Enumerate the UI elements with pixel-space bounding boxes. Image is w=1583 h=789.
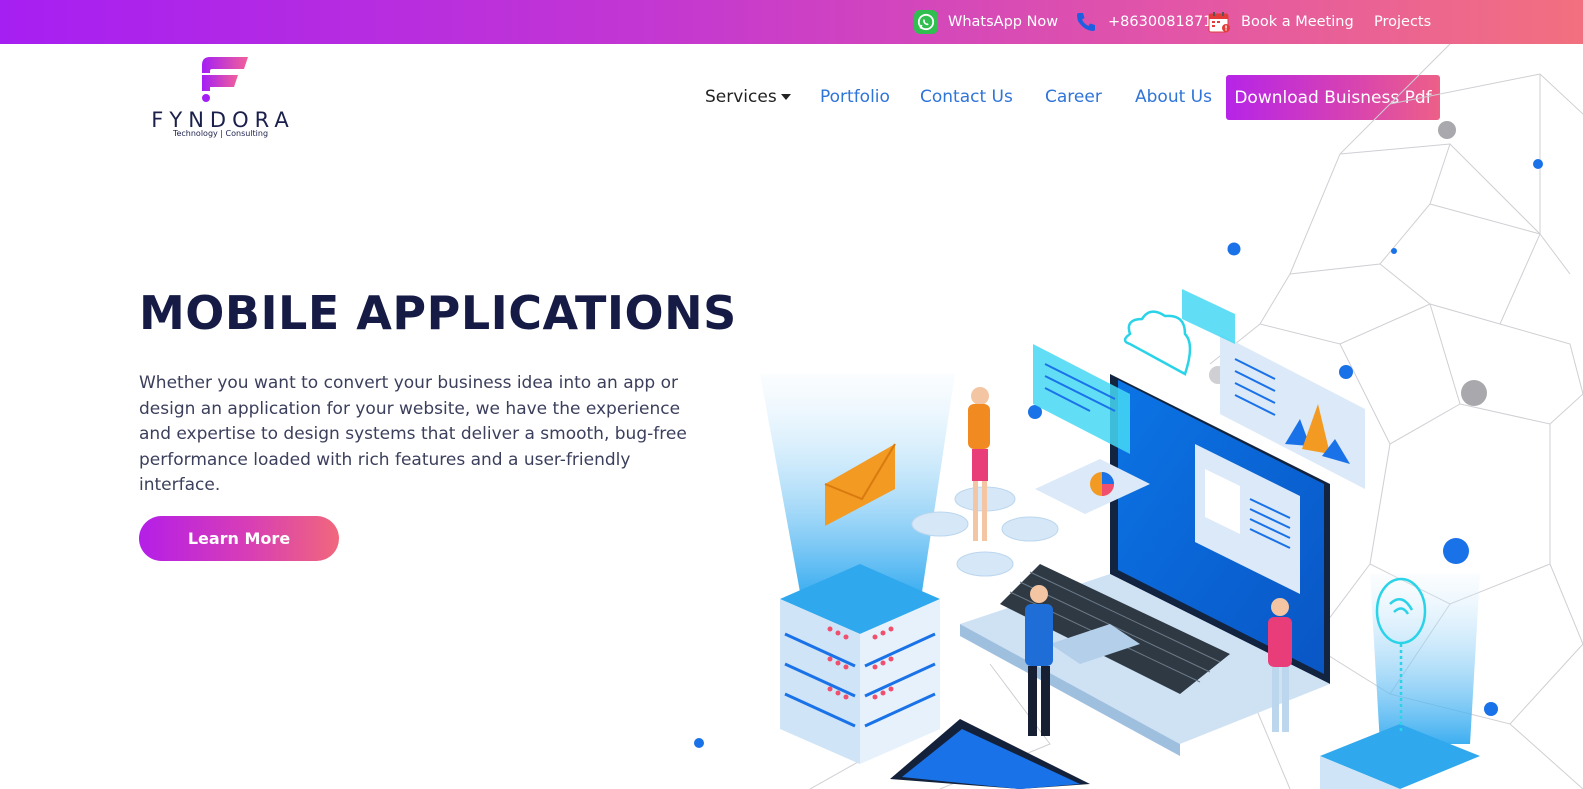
hero-title: MOBILE APPLICATIONS	[139, 286, 737, 340]
logo-tagline: Technology | Consulting	[172, 129, 269, 138]
fyndora-logo[interactable]: FYNDORA Technology | Consulting	[142, 55, 304, 141]
cloud-icon	[1123, 310, 1192, 376]
whatsapp-label: WhatsApp Now	[948, 14, 1059, 30]
phone-link[interactable]: +8630081871	[1073, 0, 1212, 44]
logo-mark-icon	[202, 57, 248, 102]
hero-description: Whether you want to convert your busines…	[139, 373, 687, 495]
book-meeting-link[interactable]: Book a Meeting	[1206, 0, 1354, 44]
book-meeting-label: Book a Meeting	[1241, 14, 1354, 30]
hero-illustration	[694, 44, 1583, 789]
floating-panel-left	[1033, 344, 1130, 454]
floating-panel-small	[1182, 289, 1235, 344]
learn-more-button[interactable]: Learn More	[139, 516, 339, 561]
calendar-icon	[1206, 9, 1232, 35]
person-standing-top	[968, 387, 990, 541]
phone-icon	[1073, 9, 1099, 35]
top-contact-bar: WhatsApp Now +8630081871 Book a Meeting …	[0, 0, 1583, 44]
projects-label: Projects	[1374, 14, 1432, 30]
whatsapp-icon	[913, 9, 939, 35]
projects-link[interactable]: Projects	[1374, 0, 1431, 44]
person-woman-pink	[1268, 598, 1292, 732]
whatsapp-link[interactable]: WhatsApp Now	[913, 0, 1058, 44]
phone-label: +8630081871	[1108, 14, 1213, 30]
person-man-blue	[1025, 585, 1053, 736]
server-rack-left	[780, 564, 940, 764]
